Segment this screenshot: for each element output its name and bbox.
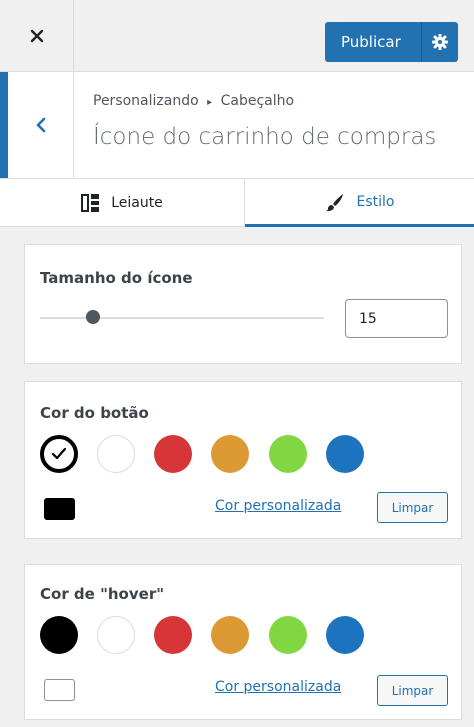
publish-button-group: Publicar (325, 22, 458, 62)
swatch-green[interactable] (269, 435, 307, 473)
icon-size-slider-handle[interactable] (86, 310, 100, 324)
breadcrumb-parent: Personalizando (93, 93, 199, 109)
custom-color-link[interactable]: Cor personalizada (215, 679, 341, 695)
icon-size-input[interactable] (345, 299, 448, 338)
swatch-blue[interactable] (326, 616, 364, 654)
checkmark-icon (51, 447, 67, 460)
swatch-red[interactable] (154, 616, 192, 654)
publish-button[interactable]: Publicar (325, 33, 421, 51)
swatch-blue[interactable] (326, 435, 364, 473)
custom-color-link[interactable]: Cor personalizada (215, 498, 341, 514)
swatch-green[interactable] (269, 616, 307, 654)
tab-bar: Leiaute Estilo (0, 179, 474, 227)
hover-color-control: Cor de "hover" Cor personalizada Limpar (24, 564, 462, 720)
swatch-white[interactable] (97, 435, 135, 473)
tab-layout[interactable]: Leiaute (0, 179, 245, 227)
publish-settings-button[interactable] (422, 34, 458, 50)
chevron-left-icon (36, 117, 45, 133)
icon-size-title: Tamanho do ícone (40, 269, 193, 287)
tab-style[interactable]: Estilo (245, 179, 474, 227)
tab-layout-label: Leiaute (111, 195, 163, 211)
button-color-title: Cor do botão (40, 404, 149, 422)
section-title: Ícone do carrinho de compras (93, 124, 437, 150)
clear-color-button[interactable]: Limpar (377, 492, 448, 523)
close-button[interactable] (0, 0, 74, 71)
swatch-black[interactable] (40, 616, 78, 654)
current-color-preview[interactable] (44, 498, 75, 520)
close-icon (30, 29, 43, 42)
brush-icon (325, 193, 343, 211)
tab-style-label: Estilo (356, 193, 395, 210)
breadcrumb-separator: ▸ (207, 97, 213, 108)
icon-size-slider-track[interactable] (40, 317, 324, 319)
hover-color-title: Cor de "hover" (40, 585, 165, 603)
swatch-orange[interactable] (211, 616, 249, 654)
swatch-white[interactable] (97, 616, 135, 654)
button-color-control: Cor do botão Cor personalizada Limpar (24, 381, 462, 539)
customizer-header: Publicar (0, 0, 474, 72)
swatch-orange[interactable] (211, 435, 249, 473)
section-header: Personalizando ▸ Cabeçalho Ícone do carr… (0, 72, 474, 179)
gear-icon (432, 34, 448, 50)
icon-size-control: Tamanho do ícone (24, 244, 462, 364)
swatch-red[interactable] (154, 435, 192, 473)
breadcrumb: Personalizando ▸ Cabeçalho (93, 93, 294, 109)
layout-icon (81, 194, 100, 212)
swatch-black[interactable] (40, 435, 78, 473)
breadcrumb-current: Cabeçalho (220, 93, 295, 109)
current-color-preview[interactable] (44, 679, 75, 701)
clear-color-button[interactable]: Limpar (377, 675, 448, 706)
back-button[interactable] (0, 72, 74, 178)
